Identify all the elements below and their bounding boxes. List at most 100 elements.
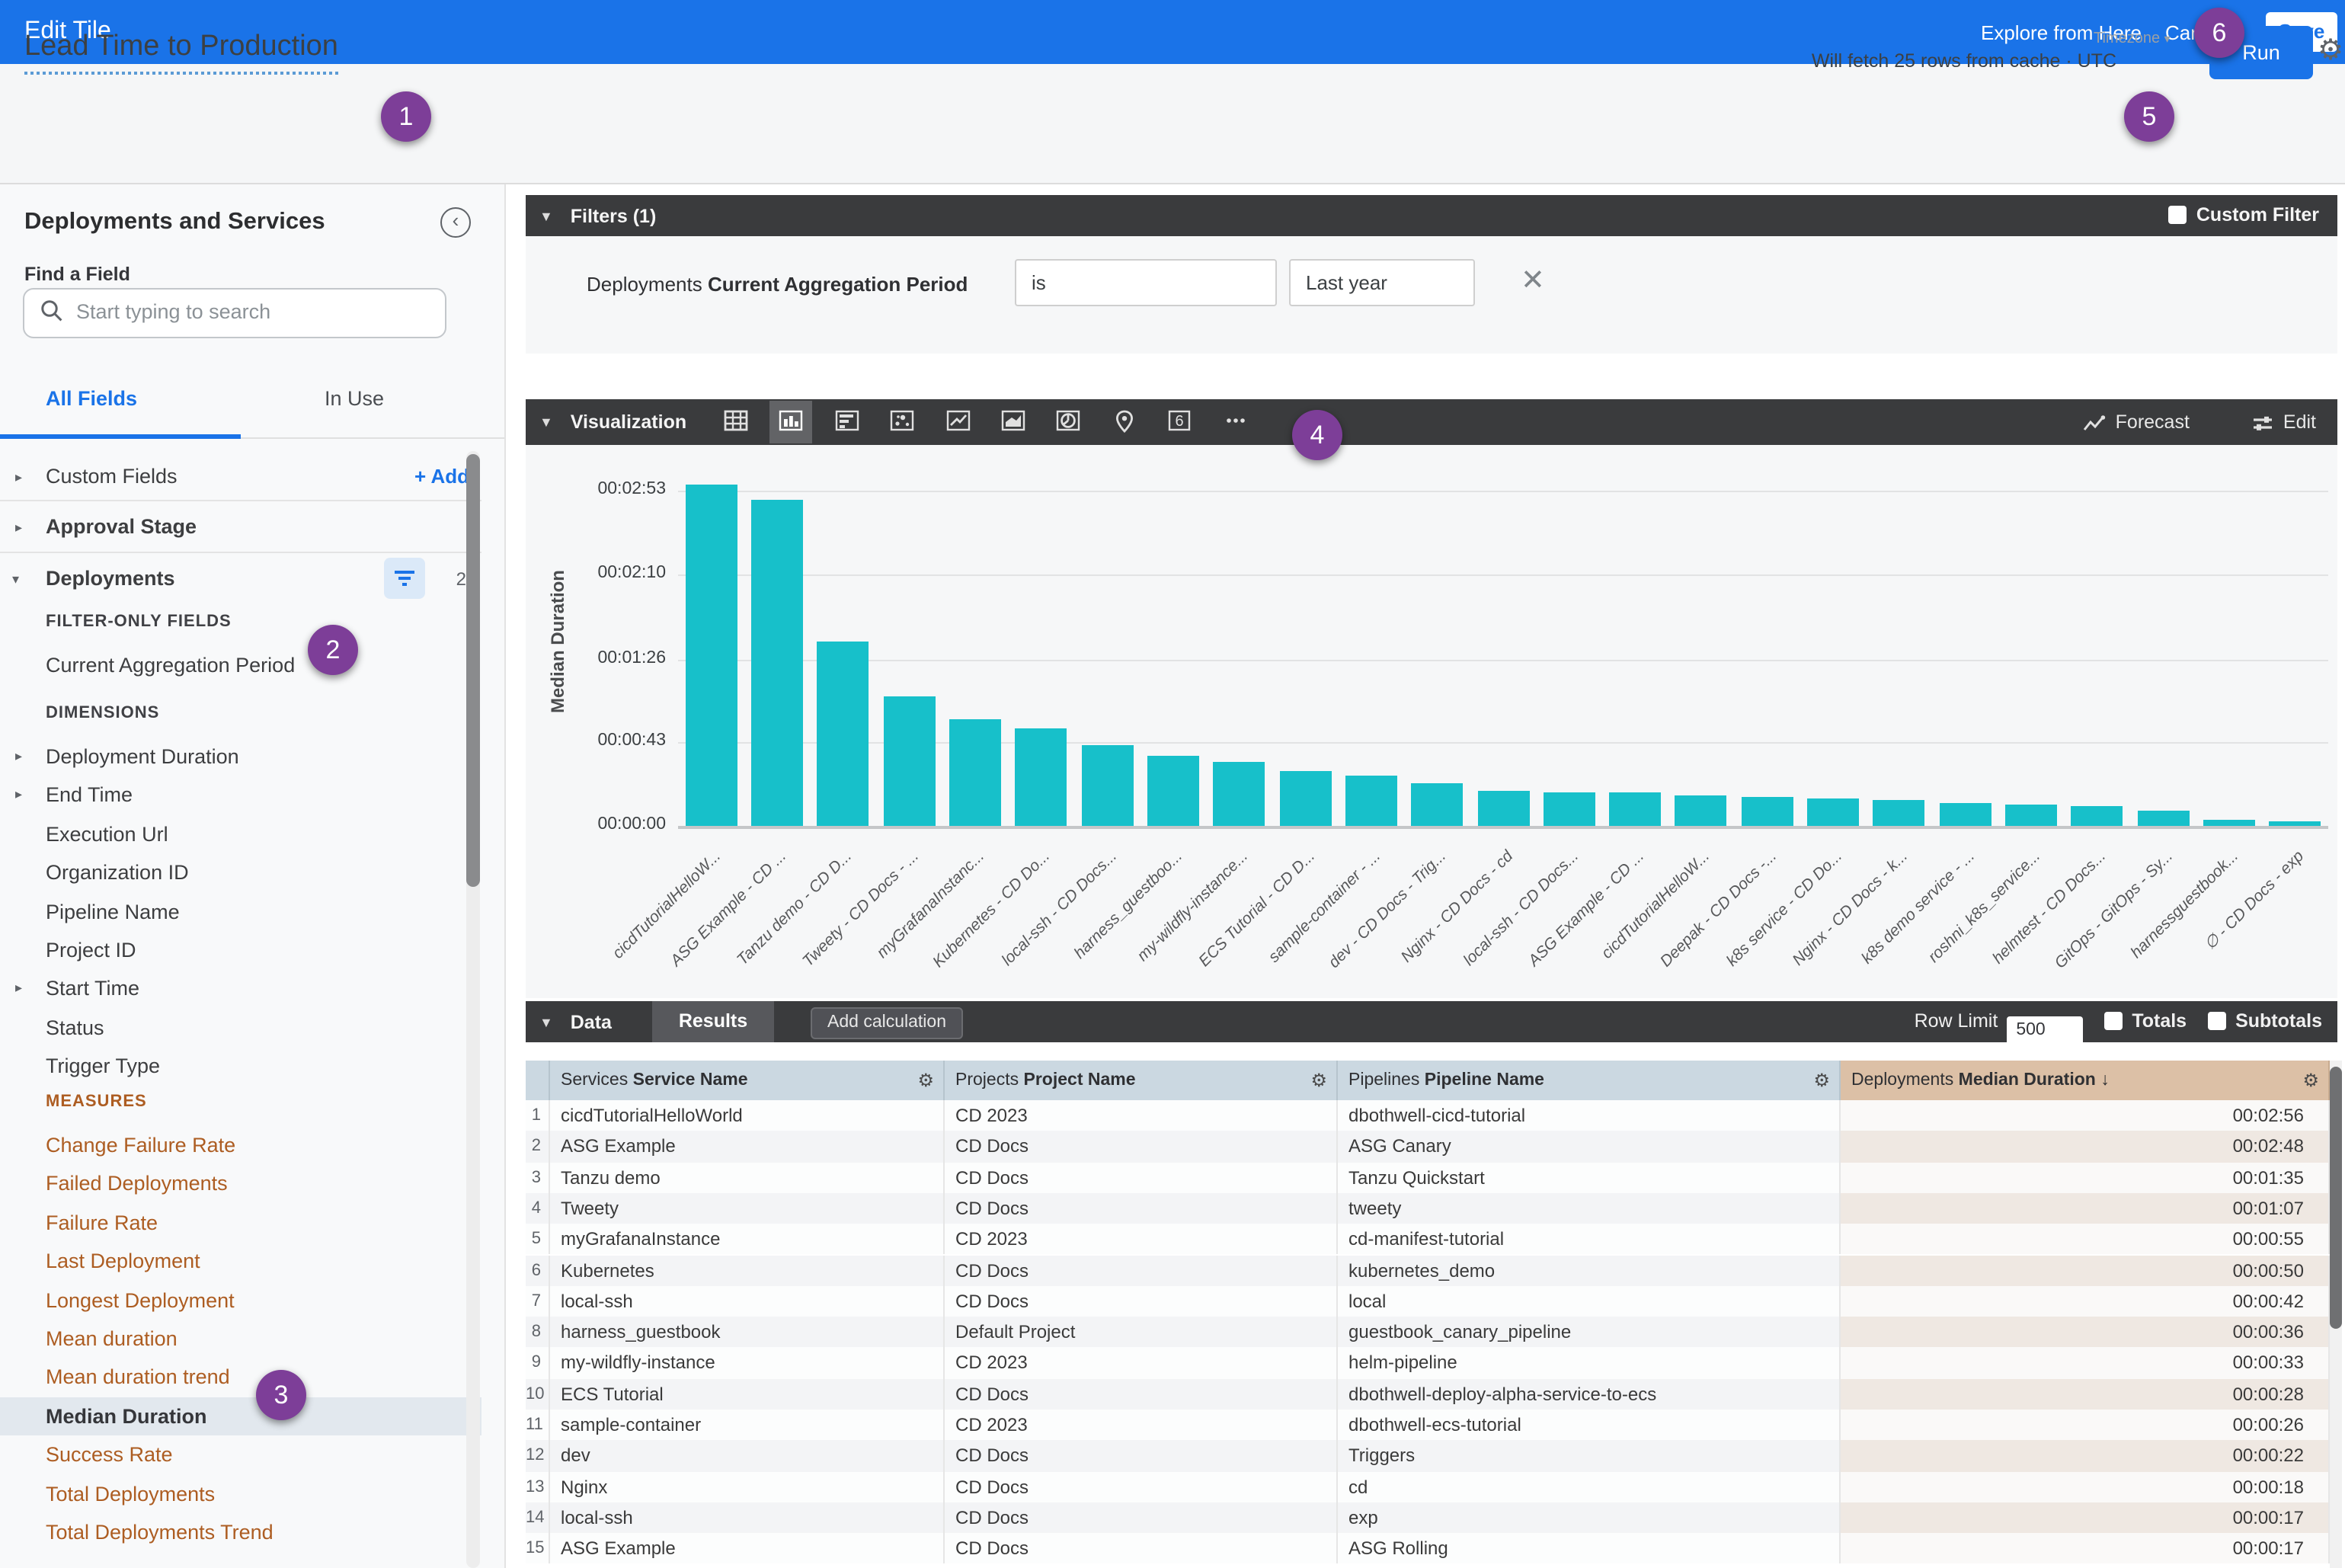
bar-cicdtutorialhellow[interactable] xyxy=(685,485,737,826)
bar-mygrafanainstanc[interactable] xyxy=(949,719,1001,826)
field-organization-id[interactable]: Organization ID xyxy=(0,853,481,892)
totals-checkbox[interactable] xyxy=(2104,1012,2123,1030)
data-section-header[interactable]: ▼ Data Results Add calculation Row Limit… xyxy=(526,1001,2337,1042)
custom-filter-toggle[interactable]: Custom Filter xyxy=(2169,195,2319,236)
table-row[interactable]: 11sample-containerCD 2023dbothwell-ecs-t… xyxy=(526,1410,2330,1441)
sidebar-scrollbar-thumb[interactable] xyxy=(466,454,480,887)
add-calculation-button[interactable]: Add calculation xyxy=(811,1007,963,1039)
bar-kubernetes-cd-do[interactable] xyxy=(1016,729,1067,826)
column-header-median-duration[interactable]: Deployments Median Duration ↓ ⚙ xyxy=(1841,1061,2330,1100)
table-row[interactable]: 6KubernetesCD Docskubernetes_demo00:00:5… xyxy=(526,1255,2330,1286)
field-project-id[interactable]: Project ID xyxy=(0,931,481,970)
field-trigger-type[interactable]: Trigger Type xyxy=(0,1047,481,1086)
filter-operator-select[interactable]: is xyxy=(1015,259,1277,306)
table-row[interactable]: 2ASG ExampleCD DocsASG Canary00:02:48 xyxy=(526,1131,2330,1163)
bar-chart-icon[interactable] xyxy=(826,401,869,443)
table-scrollbar-thumb[interactable] xyxy=(2330,1067,2342,1329)
bar-tweety-cd-docs[interactable] xyxy=(883,696,935,826)
field-failure-rate[interactable]: Failure Rate xyxy=(0,1204,481,1243)
forecast-button[interactable]: Forecast xyxy=(2084,411,2190,433)
tile-title-editable[interactable]: Lead Time to Production xyxy=(24,30,338,75)
row-limit-input[interactable]: 500 xyxy=(2007,1016,2083,1045)
field-mean-duration-trend[interactable]: Mean duration trend xyxy=(0,1358,481,1397)
field-end-time[interactable]: ▸End Time xyxy=(0,776,481,815)
bar-ecs-tutorial-cd-d[interactable] xyxy=(1279,772,1331,826)
remove-filter-icon[interactable]: ✕ xyxy=(1521,264,1545,299)
table-row[interactable]: 7local-sshCD Docslocal00:00:42 xyxy=(526,1286,2330,1317)
field-failed-deployments[interactable]: Failed Deployments xyxy=(0,1165,481,1204)
bar-harness-guestboo[interactable] xyxy=(1147,756,1199,826)
more-icon[interactable] xyxy=(1214,401,1256,443)
field-change-failure-rate[interactable]: Change Failure Rate xyxy=(0,1126,481,1165)
field-pipeline-name[interactable]: Pipeline Name xyxy=(0,892,481,931)
table-row[interactable]: 9my-wildfly-instanceCD 2023helm-pipeline… xyxy=(526,1348,2330,1379)
table-row[interactable]: 8harness_guestbookDefault Projectguestbo… xyxy=(526,1317,2330,1348)
bar-tanzu-demo-cd-d[interactable] xyxy=(817,642,869,826)
line-chart-icon[interactable] xyxy=(936,401,979,443)
gear-icon[interactable]: ⚙ xyxy=(2318,34,2343,69)
sidebar-item-approval-stage[interactable]: ▸ Approval Stage xyxy=(0,507,481,547)
filters-section-header[interactable]: ▼ Filters (1) Custom Filter xyxy=(526,195,2337,236)
edit-viz-button[interactable]: Edit xyxy=(2253,411,2316,433)
tab-in-use[interactable]: In Use xyxy=(325,387,384,410)
table-row[interactable]: 1cicdTutorialHelloWorldCD 2023dbothwell-… xyxy=(526,1100,2330,1131)
single-value-icon[interactable]: 6 xyxy=(1158,401,1201,443)
results-tab[interactable]: Results xyxy=(652,1001,774,1042)
gear-icon[interactable]: ⚙ xyxy=(2302,1061,2319,1100)
table-row[interactable]: 14local-sshCD Docsexp00:00:17 xyxy=(526,1502,2330,1534)
field-current-aggregation-period[interactable]: Current Aggregation Period xyxy=(0,646,481,685)
bar-deepak-cd-docs[interactable] xyxy=(1742,797,1793,826)
table-icon[interactable] xyxy=(715,401,757,443)
bar-k8s-demo-service[interactable] xyxy=(1939,803,1991,827)
filter-value-input[interactable]: Last year xyxy=(1289,259,1475,306)
field-total-deployments[interactable]: Total Deployments xyxy=(0,1474,481,1513)
pie-chart-icon[interactable] xyxy=(1048,401,1090,443)
table-row[interactable]: 10ECS TutorialCD Docsdbothwell-deploy-al… xyxy=(526,1378,2330,1410)
field-longest-deployment[interactable]: Longest Deployment xyxy=(0,1281,481,1320)
column-chart-icon[interactable] xyxy=(770,401,813,443)
column-header-service-name[interactable]: Services Service Name ⚙ xyxy=(550,1061,945,1100)
table-row[interactable]: 5myGrafanaInstanceCD 2023cd-manifest-tut… xyxy=(526,1224,2330,1255)
bar-my-wildfly-instance[interactable] xyxy=(1213,762,1265,826)
table-row[interactable]: 3Tanzu demoCD DocsTanzu Quickstart00:01:… xyxy=(526,1162,2330,1193)
map-pin-icon[interactable] xyxy=(1103,401,1146,443)
table-row[interactable]: 13NginxCD Docscd00:00:18 xyxy=(526,1471,2330,1502)
filter-field-button[interactable] xyxy=(384,558,425,599)
field-total-deployments-trend[interactable]: Total Deployments Trend xyxy=(0,1513,481,1552)
scatter-icon[interactable] xyxy=(881,401,923,443)
bar-gitops-gitops-sy[interactable] xyxy=(2137,811,2189,826)
table-row[interactable]: 4TweetyCD Docstweety00:01:07 xyxy=(526,1193,2330,1224)
field-start-time[interactable]: ▸Start Time xyxy=(0,970,481,1009)
table-row[interactable]: 12devCD DocsTriggers00:00:22 xyxy=(526,1441,2330,1472)
bar-k8s-service-cd-do[interactable] xyxy=(1807,798,1859,826)
sidebar-item-custom-fields[interactable]: ▸ Custom Fields + Add xyxy=(0,457,481,497)
bar-sample-container[interactable] xyxy=(1345,776,1397,826)
field-mean-duration[interactable]: Mean duration xyxy=(0,1320,481,1358)
gear-icon[interactable]: ⚙ xyxy=(917,1061,934,1100)
field-median-duration[interactable]: Median Duration xyxy=(0,1397,481,1436)
bar-cicdtutorialhellow[interactable] xyxy=(1675,795,1727,826)
gear-icon[interactable]: ⚙ xyxy=(1310,1061,1327,1100)
bar-nginx-cd-docs-k[interactable] xyxy=(1873,801,1925,826)
bar-local-ssh-cd-docs[interactable] xyxy=(1081,744,1133,826)
field-deployment-duration[interactable]: ▸Deployment Duration xyxy=(0,738,481,776)
table-row[interactable]: 15ASG ExampleCD DocsASG Rolling00:00:17 xyxy=(526,1533,2330,1564)
bar-dev-cd-docs-trig[interactable] xyxy=(1411,783,1463,826)
bar-asg-example-cd[interactable] xyxy=(751,501,803,826)
tab-all-fields[interactable]: All Fields xyxy=(46,387,137,410)
timezone-dropdown[interactable]: Timezone ▾ xyxy=(2094,30,2171,47)
bar-harnessguestbook[interactable] xyxy=(2203,820,2255,826)
area-chart-icon[interactable] xyxy=(992,401,1035,443)
visualization-section-header[interactable]: ▼ Visualization 6 Forecast Edit xyxy=(526,399,2337,445)
subtotals-checkbox[interactable] xyxy=(2208,1012,2226,1030)
bar-nginx-cd-docs-cd[interactable] xyxy=(1477,791,1529,826)
bar-helmtest-cd-docs[interactable] xyxy=(2071,807,2123,826)
column-header-project-name[interactable]: Projects Project Name ⚙ xyxy=(945,1061,1338,1100)
collapse-sidebar-icon[interactable]: ‹ xyxy=(440,207,471,238)
checkbox-icon[interactable] xyxy=(2169,206,2187,224)
gear-icon[interactable]: ⚙ xyxy=(1813,1061,1830,1100)
field-success-rate[interactable]: Success Rate xyxy=(0,1435,481,1474)
field-last-deployment[interactable]: Last Deployment xyxy=(0,1242,481,1281)
column-header-pipeline-name[interactable]: Pipelines Pipeline Name ⚙ xyxy=(1338,1061,1841,1100)
bar-roshni-k8s-service[interactable] xyxy=(2005,805,2057,826)
